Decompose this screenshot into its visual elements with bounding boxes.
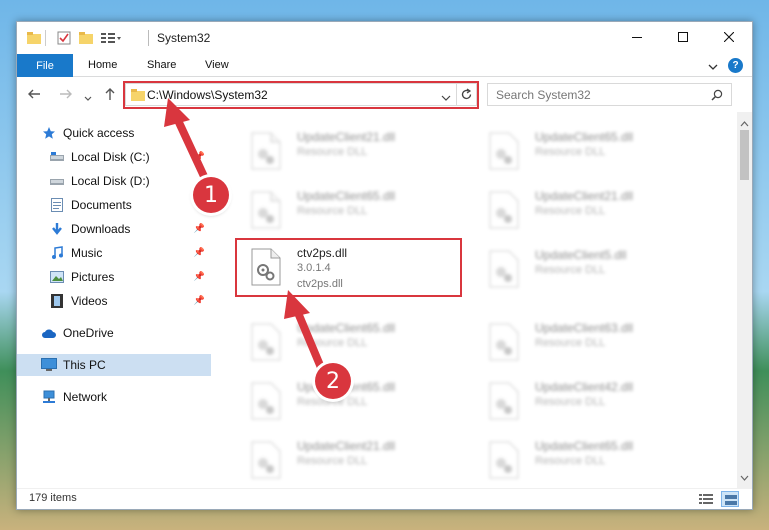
arrow-2 [284, 290, 326, 374]
step-marker-2: 2 [315, 363, 351, 399]
step-marker-1: 1 [193, 177, 229, 213]
arrow-1 [164, 98, 212, 189]
annotation-arrows [164, 98, 326, 374]
